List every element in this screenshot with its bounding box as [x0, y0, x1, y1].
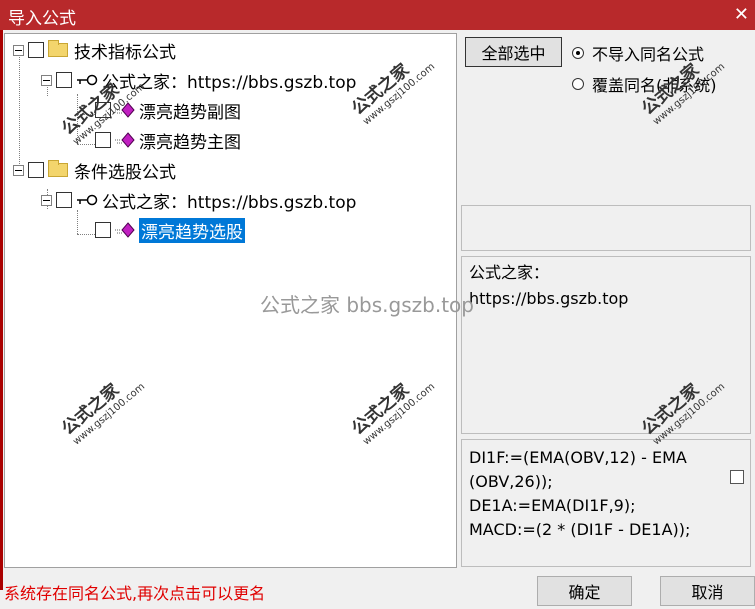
window-left-edge [0, 30, 3, 590]
info-line: https://bbs.gszb.top [469, 289, 629, 308]
tree-line [77, 234, 95, 235]
code-checkbox[interactable] [730, 470, 744, 484]
tree-node-author[interactable]: 公式之家：https://bbs.gszb.top [41, 68, 356, 93]
watermark-text: 公式之家 bbs.gszb.top [260, 293, 474, 317]
radio-unchecked-icon[interactable] [572, 78, 584, 90]
select-all-button[interactable]: 全部选中 [465, 37, 562, 67]
folder-icon [48, 160, 68, 177]
tree-node-folder[interactable]: 条件选股公式 [13, 158, 176, 183]
tree-node-author[interactable]: 公式之家：https://bbs.gszb.top [41, 188, 357, 213]
status-message: 系统存在同名公式,再次点击可以更名 [4, 584, 266, 603]
tree-node-formula[interactable]: 漂亮趋势主图 [95, 128, 241, 153]
code-line: DI1F:=(EMA(OBV,12) - EMA [469, 448, 687, 467]
collapse-icon[interactable] [13, 164, 24, 176]
tree-line [19, 54, 20, 174]
formula-icon [115, 132, 135, 148]
tree-checkbox[interactable] [95, 222, 111, 238]
tree-checkbox[interactable] [28, 42, 44, 58]
tree-node-label: 公式之家：https://bbs.gszb.top [102, 192, 357, 213]
tree-checkbox[interactable] [56, 192, 72, 208]
collapse-icon[interactable] [41, 74, 52, 86]
tree-checkbox[interactable] [28, 162, 44, 178]
description-field[interactable] [461, 205, 751, 251]
tree-node-formula-selected[interactable]: 漂亮趋势选股 [95, 217, 245, 243]
info-line: 公式之家： [469, 263, 550, 282]
tree-checkbox[interactable] [95, 132, 111, 148]
tree-line [77, 210, 78, 234]
info-panel: 公式之家： https://bbs.gszb.top [461, 256, 751, 434]
close-icon[interactable]: ✕ [734, 4, 749, 25]
window-title: 导入公式 [8, 9, 76, 29]
folder-icon [48, 40, 68, 57]
code-line: (OBV,26)); [469, 472, 553, 491]
tree-node-label: 漂亮趋势主图 [139, 132, 241, 153]
radio-checked-icon[interactable] [572, 47, 584, 59]
collapse-icon[interactable] [13, 44, 24, 56]
tree-checkbox[interactable] [56, 72, 72, 88]
ok-button[interactable]: 确定 [537, 576, 632, 606]
formula-code-panel[interactable]: DI1F:=(EMA(OBV,12) - EMA (OBV,26)); DE1A… [461, 439, 751, 567]
tree-node-label: 漂亮趋势选股 [139, 217, 245, 243]
code-line: DE1A:=EMA(DI1F,9); [469, 496, 636, 515]
tree-node-label: 技术指标公式 [74, 42, 176, 63]
collapse-icon[interactable] [41, 194, 52, 206]
tree-node-label: 条件选股公式 [74, 162, 176, 183]
cancel-button[interactable]: 取消 [660, 576, 755, 606]
formula-icon [115, 222, 135, 238]
tree-node-folder[interactable]: 技术指标公式 [13, 38, 176, 63]
tree-node-label: 漂亮趋势副图 [139, 102, 241, 123]
title-bar: 导入公式 ✕ [0, 0, 755, 30]
key-icon [77, 194, 98, 206]
code-line: MACD:=(2 * (DI1F - DE1A)); [469, 520, 691, 539]
